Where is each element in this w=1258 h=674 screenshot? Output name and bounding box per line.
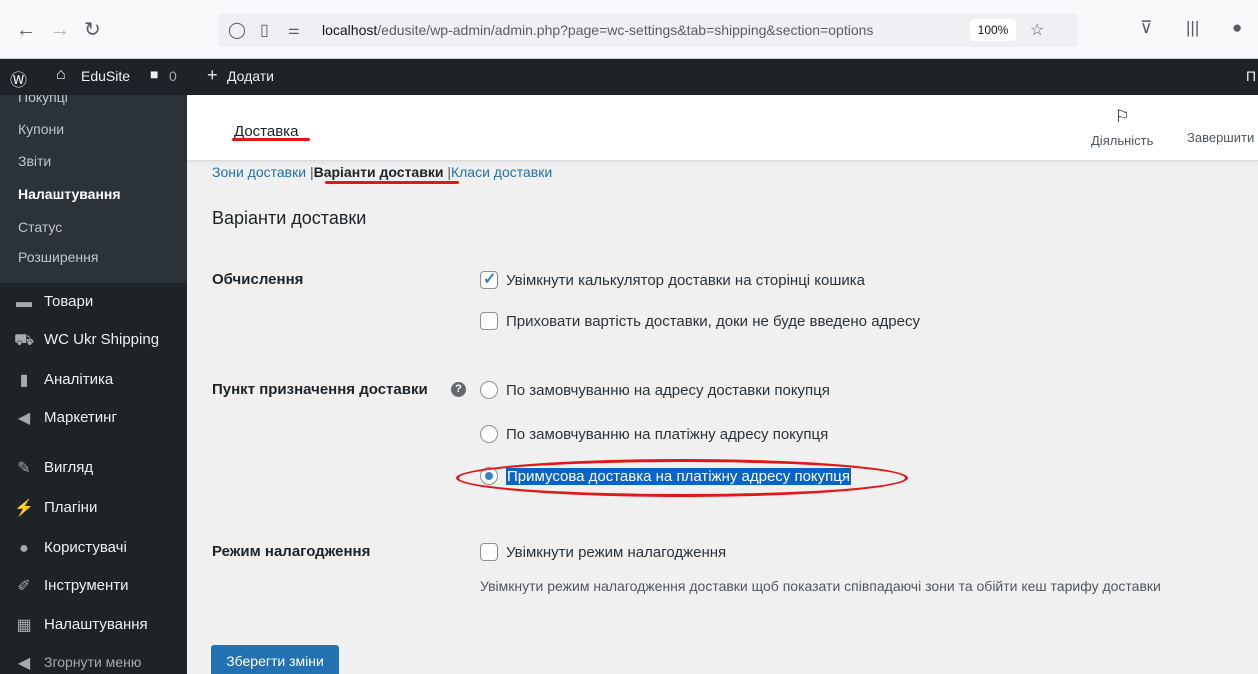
calc-label: Обчислення (212, 271, 304, 288)
debug-label: Режим налагодження (212, 543, 371, 560)
comments-count[interactable]: 0 (169, 68, 177, 84)
archive-icon: ▬ (16, 294, 32, 311)
checkbox-unchecked[interactable] (480, 543, 498, 561)
submenu-customers[interactable]: Покупці (18, 95, 68, 105)
debug-description: Увімкнути режим налагодження доставки що… (480, 578, 1161, 594)
collapse-menu-button[interactable]: ◀ Згорнути меню (14, 651, 184, 674)
sidebar-item-wc-ukr-shipping[interactable]: ⛟ WC Ukr Shipping (14, 328, 184, 356)
library-icon[interactable]: ||| (1186, 18, 1199, 38)
add-new-link[interactable]: Додати (227, 68, 274, 84)
tab-annotation-underline (325, 181, 459, 184)
pocket-icon[interactable]: ⊽ (1140, 18, 1152, 38)
plugin-icon: ⚡ (14, 500, 34, 517)
save-changes-button[interactable]: Зберегти зміни (211, 645, 339, 674)
submenu-settings[interactable]: Налаштування (18, 186, 121, 202)
tab-shipping-zones[interactable]: Зони доставки (212, 164, 306, 180)
permissions-icon[interactable]: ⚌ (288, 22, 300, 38)
submenu-extensions[interactable]: Розширення (18, 249, 98, 265)
extensions-icon[interactable]: ● (1232, 18, 1242, 38)
sidebar-item-plugins[interactable]: ⚡ Плагіни (14, 496, 184, 524)
checkbox-unchecked[interactable] (480, 312, 498, 330)
tab-shipping-classes[interactable]: Класи доставки (451, 164, 552, 180)
help-icon[interactable]: ? (451, 382, 466, 397)
submenu-coupons[interactable]: Купони (18, 121, 64, 137)
title-annotation-underline (232, 138, 310, 141)
activity-button[interactable]: ⚐ Діяльність (1091, 107, 1153, 148)
bar-chart-icon: ▮ (19, 372, 29, 389)
finish-setup-button[interactable]: Завершити (1187, 130, 1254, 145)
megaphone-icon: ◀ (17, 410, 31, 427)
destination-label: Пункт призначення доставки (212, 381, 428, 398)
account-link-partial[interactable]: П (1246, 68, 1256, 84)
sidebar-item-analytics[interactable]: ▮ Аналітика (14, 368, 184, 396)
finish-label: Завершити (1187, 130, 1255, 145)
truck-icon: ⛟ (14, 332, 35, 349)
submenu-reports[interactable]: Звіти (18, 153, 51, 169)
reload-icon[interactable]: ↻ (84, 20, 101, 40)
wp-admin-bar: Ⓦ ⌂ EduSite ■ 0 + Додати П (0, 59, 1258, 95)
admin-sidebar: Покупці Купони Звіти Налаштування Статус… (0, 95, 187, 674)
shipping-sections-nav: Зони доставки |Варіанти доставки |Класи … (212, 164, 552, 180)
zoom-level[interactable]: 100% (970, 19, 1016, 41)
checkbox-checked[interactable] (480, 269, 498, 289)
radio-unchecked[interactable] (480, 381, 498, 399)
tab-shipping-options[interactable]: Варіанти доставки (314, 164, 444, 180)
users-icon: ● (19, 540, 29, 557)
wordpress-logo-icon[interactable]: Ⓦ (10, 66, 27, 91)
settings-icon: ▦ (16, 617, 32, 634)
plus-icon[interactable]: + (207, 65, 218, 86)
submenu-status[interactable]: Статус (18, 219, 62, 235)
radio-unchecked[interactable] (480, 425, 498, 443)
sidebar-item-users[interactable]: ● Користувачі (14, 536, 184, 564)
sidebar-item-settings[interactable]: ▦ Налаштування (14, 613, 184, 641)
flag-icon: ⚐ (1114, 107, 1130, 126)
paintbrush-icon: ✎ (17, 460, 31, 477)
woocommerce-submenu: Покупці Купони Звіти Налаштування Статус… (0, 95, 187, 283)
collapse-icon: ◀ (17, 655, 31, 672)
comments-icon[interactable]: ■ (150, 66, 158, 82)
home-icon: ⌂ (56, 66, 66, 83)
page-icon[interactable]: ▯ (260, 20, 269, 40)
site-name-link[interactable]: EduSite (81, 68, 130, 84)
sidebar-item-tools[interactable]: ✐ Інструменти (14, 574, 184, 602)
url-text[interactable]: localhost/edusite/wp-admin/admin.php?pag… (322, 22, 873, 38)
section-heading: Варіанти доставки (212, 208, 367, 228)
bookmark-star-icon[interactable]: ☆ (1030, 20, 1044, 40)
forward-icon[interactable]: → (50, 20, 70, 40)
sidebar-item-products[interactable]: ▬ Товари (14, 290, 184, 318)
activity-label: Діяльність (1091, 133, 1154, 148)
woocommerce-header: Доставка ⚐ Діяльність Завершити (187, 95, 1258, 161)
sidebar-item-appearance[interactable]: ✎ Вигляд (14, 456, 184, 484)
address-bar[interactable]: ◯ ▯ ⚌ localhost/edusite/wp-admin/admin.p… (218, 13, 1078, 47)
option-annotation-ellipse (456, 459, 908, 497)
browser-toolbar: ← → ↻ ◯ ▯ ⚌ localhost/edusite/wp-admin/a… (0, 0, 1258, 59)
back-icon[interactable]: ← (16, 20, 36, 40)
sidebar-item-marketing[interactable]: ◀ Маркетинг (14, 406, 184, 434)
wrench-icon: ✐ (17, 578, 31, 595)
shield-icon[interactable]: ◯ (228, 20, 246, 40)
